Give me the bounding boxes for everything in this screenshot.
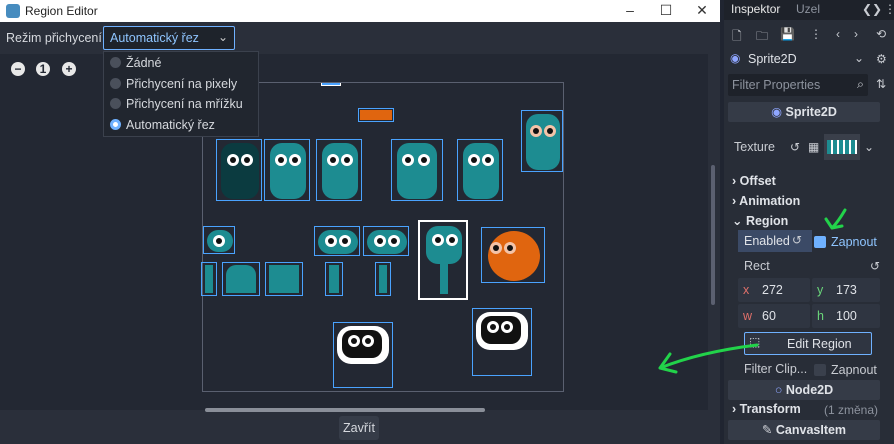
annotation-arrow [824,208,847,230]
annotation-arrow [658,343,759,374]
annotation-overlay [658,208,847,374]
